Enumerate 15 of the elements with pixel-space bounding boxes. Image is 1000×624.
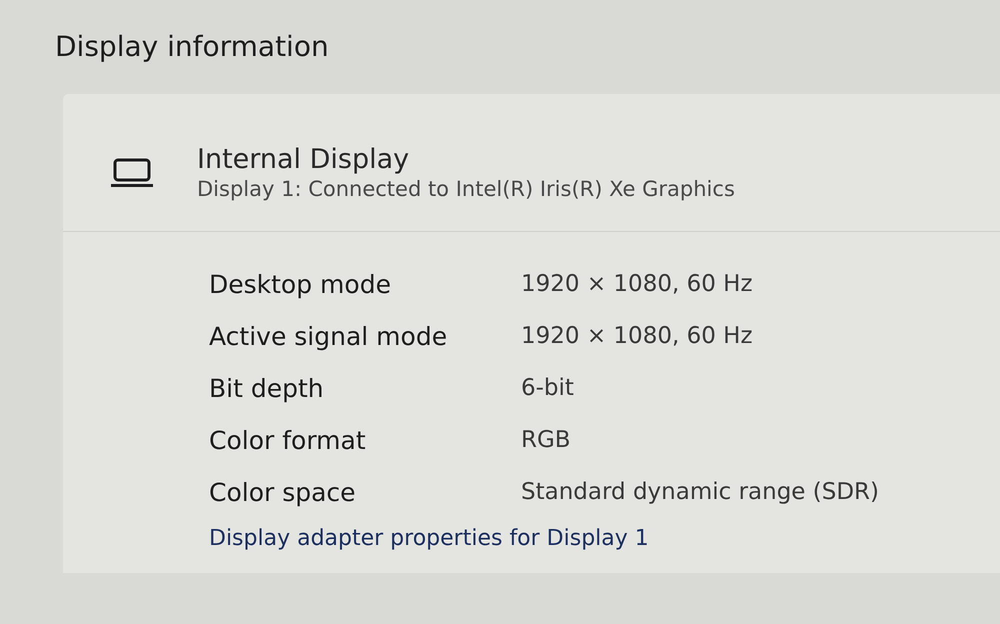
property-value: Standard dynamic range (SDR)	[521, 478, 880, 508]
property-value: RGB	[521, 426, 571, 456]
property-label: Bit depth	[209, 372, 325, 405]
adapter-properties-link[interactable]: Display adapter properties for Display 1	[209, 522, 649, 556]
laptop-icon	[111, 158, 153, 188]
property-value: 1920 × 1080, 60 Hz	[521, 270, 753, 300]
property-label: Color format	[209, 424, 367, 457]
property-label: Desktop mode	[209, 268, 392, 301]
property-label: Active signal mode	[209, 320, 448, 353]
section-title: Display information	[55, 30, 330, 64]
property-value: 1920 × 1080, 60 Hz	[521, 322, 753, 352]
property-label: Color space	[209, 476, 357, 509]
property-value: 6-bit	[521, 374, 574, 404]
display-name: Internal Display	[197, 144, 410, 176]
display-description: Display 1: Connected to Intel(R) Iris(R) Xe Graphics	[197, 176, 735, 203]
